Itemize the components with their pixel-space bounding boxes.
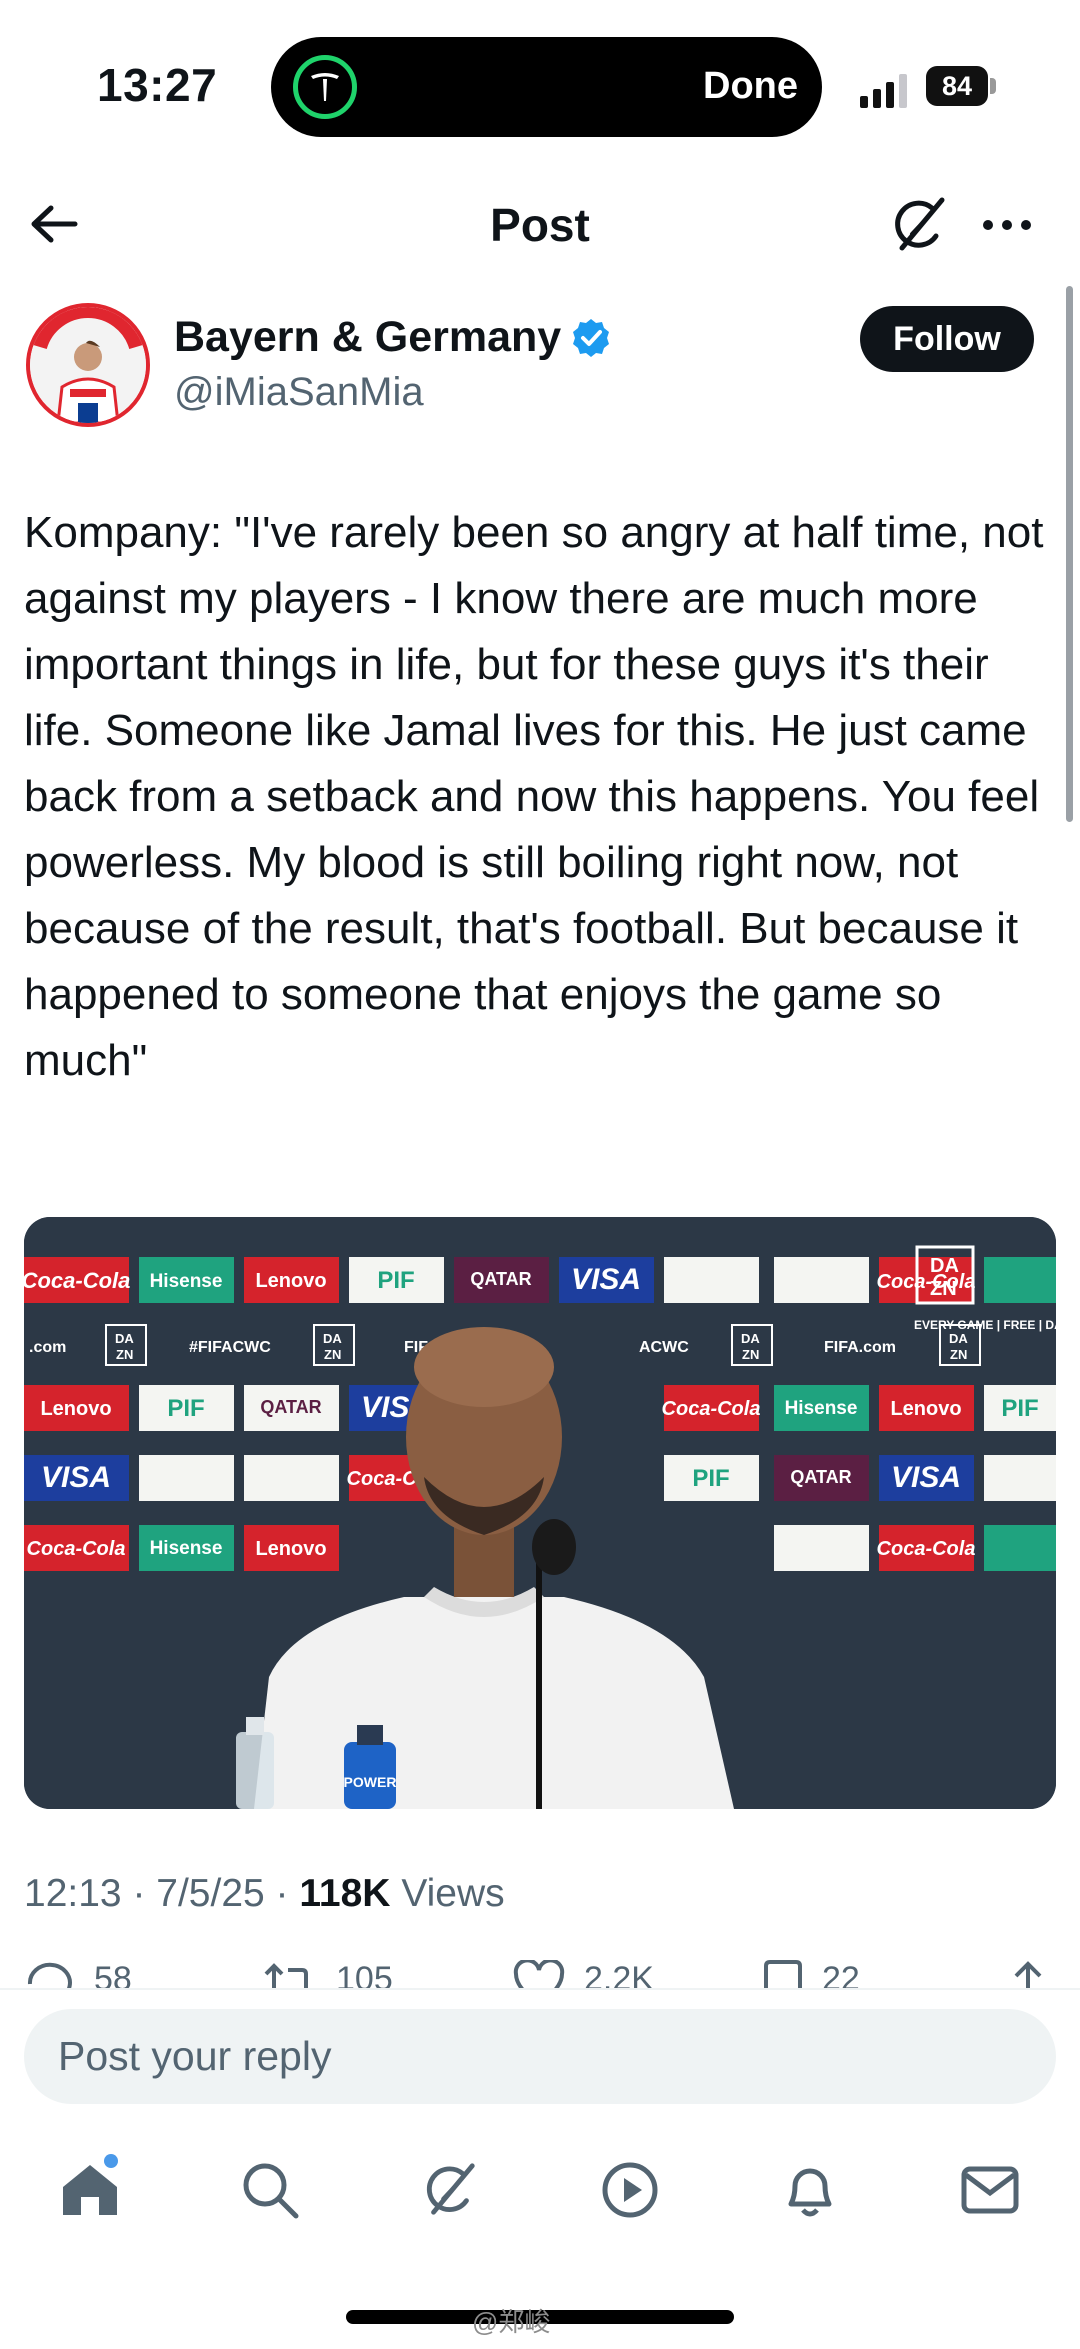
more-horizontal-icon — [983, 220, 1031, 230]
tab-messages[interactable] — [950, 2150, 1030, 2230]
svg-text:#FIFACWC: #FIFACWC — [189, 1339, 271, 1356]
grok-icon — [426, 2163, 475, 2215]
tab-video[interactable] — [590, 2150, 670, 2230]
grok-icon — [895, 197, 945, 251]
svg-text:Coca-Cola: Coca-Cola — [877, 1271, 976, 1293]
bookmark-icon — [764, 1960, 802, 1988]
action-bar: 58 105 2.2K 22 — [0, 1960, 1080, 1988]
tab-notifications[interactable] — [770, 2150, 850, 2230]
svg-text:DA: DA — [115, 1331, 134, 1346]
author-name[interactable]: Bayern & Germany — [174, 313, 561, 362]
svg-text:Coca-Cola: Coca-Cola — [662, 1398, 761, 1420]
svg-text:ACWC: ACWC — [639, 1339, 689, 1356]
heart-icon — [513, 1960, 565, 1988]
bell-icon — [788, 2168, 832, 2217]
svg-text:Lenovo: Lenovo — [890, 1398, 961, 1420]
island-done-button[interactable]: Done — [703, 65, 798, 108]
signal-icon — [860, 74, 908, 108]
avatar[interactable] — [26, 303, 150, 427]
follow-button[interactable]: Follow — [860, 306, 1034, 372]
svg-text:Coca-Cola: Coca-Cola — [877, 1538, 976, 1560]
bookmark-button[interactable]: 22 — [762, 1960, 860, 1988]
verified-badge-icon — [573, 318, 610, 357]
svg-text:ZN: ZN — [324, 1347, 341, 1362]
svg-text:Lenovo: Lenovo — [255, 1538, 326, 1560]
tab-bar — [0, 2150, 1080, 2230]
svg-text:DA: DA — [930, 1255, 959, 1277]
video-icon — [602, 2162, 658, 2218]
divider — [0, 1988, 1080, 1990]
battery-level: 84 — [926, 66, 988, 106]
svg-text:QATAR: QATAR — [470, 1269, 531, 1289]
reply-icon — [27, 1962, 72, 1988]
share-button[interactable] — [1010, 1960, 1046, 1988]
svg-text:EVERY GAME | FREE | DAZN.COM: EVERY GAME | FREE | DAZN.COM — [914, 1318, 1056, 1332]
svg-text:Coca-Cola: Coca-Cola — [27, 1538, 126, 1560]
tesla-logo-icon — [293, 55, 357, 119]
dynamic-island[interactable]: Done — [271, 37, 822, 137]
svg-text:FIFA.com: FIFA.com — [824, 1339, 896, 1356]
svg-text:Hisense: Hisense — [150, 1271, 223, 1292]
svg-text:ZN: ZN — [950, 1347, 967, 1362]
bookmark-count: 22 — [822, 1960, 860, 1988]
svg-text:DA: DA — [741, 1331, 760, 1346]
author-name-row[interactable]: Bayern & Germany — [174, 313, 611, 362]
author-handle[interactable]: @iMiaSanMia — [174, 370, 424, 415]
views-count[interactable]: 118K — [299, 1872, 390, 1915]
tab-home[interactable] — [50, 2150, 130, 2230]
like-button[interactable]: 2.2K — [512, 1960, 654, 1988]
post-image[interactable]: Coca-Cola Hisense Lenovo PIF QATAR VISA … — [24, 1217, 1056, 1809]
svg-text:POWER: POWER — [344, 1774, 397, 1790]
svg-text:Lenovo: Lenovo — [40, 1398, 111, 1420]
repost-button[interactable]: 105 — [262, 1960, 393, 1988]
reply-input[interactable]: Post your reply — [24, 2009, 1056, 2104]
status-bar: 13:27 Done 84 — [0, 0, 1080, 170]
svg-text:VISA: VISA — [41, 1461, 111, 1494]
mail-icon — [961, 2166, 1019, 2214]
search-icon — [243, 2163, 299, 2219]
home-icon — [63, 2165, 117, 2215]
svg-text:DA: DA — [323, 1331, 342, 1346]
svg-text:VISA: VISA — [891, 1461, 961, 1494]
post-text: Kompany: "I've rarely been so angry at h… — [24, 508, 1056, 1085]
svg-text:QATAR: QATAR — [790, 1467, 851, 1487]
tab-search[interactable] — [230, 2150, 310, 2230]
svg-text:QATAR: QATAR — [260, 1397, 321, 1417]
status-time: 13:27 — [97, 59, 218, 111]
more-options-button[interactable] — [976, 194, 1038, 256]
post-header: Post — [0, 170, 1080, 280]
svg-text:ZN: ZN — [742, 1347, 759, 1362]
post-meta: 12:13 · 7/5/25 · 118K Views — [24, 1872, 505, 1915]
svg-text:Coca-Cola: Coca-Cola — [24, 1268, 130, 1293]
tab-grok[interactable] — [410, 2150, 490, 2230]
notification-dot — [104, 2154, 118, 2168]
reply-count: 58 — [94, 1960, 132, 1988]
svg-text:ZN: ZN — [930, 1278, 957, 1300]
watermark: @郑峻 — [472, 2307, 551, 2337]
battery-icon: 84 — [926, 66, 996, 106]
share-icon — [1014, 1961, 1042, 1988]
svg-text:PIF: PIF — [1001, 1395, 1038, 1422]
svg-text:DA: DA — [949, 1331, 968, 1346]
svg-text:PIF: PIF — [377, 1267, 414, 1294]
repost-icon — [264, 1963, 308, 1988]
reply-button[interactable]: 58 — [24, 1960, 132, 1988]
grok-button[interactable] — [888, 194, 950, 256]
svg-text:Lenovo: Lenovo — [255, 1270, 326, 1292]
svg-text:VISA: VISA — [571, 1263, 641, 1296]
repost-count: 105 — [336, 1960, 393, 1988]
svg-text:Hisense: Hisense — [150, 1538, 223, 1559]
svg-text:ZN: ZN — [116, 1347, 133, 1362]
like-count: 2.2K — [584, 1960, 654, 1988]
svg-text:.com: .com — [29, 1339, 66, 1356]
svg-text:PIF: PIF — [167, 1395, 204, 1422]
post-date: 7/5/25 — [156, 1872, 265, 1915]
views-label[interactable]: Views — [401, 1872, 504, 1915]
scrollbar[interactable] — [1066, 286, 1073, 822]
post-time: 12:13 — [24, 1872, 122, 1915]
svg-text:PIF: PIF — [692, 1465, 729, 1492]
svg-text:Hisense: Hisense — [785, 1398, 858, 1419]
